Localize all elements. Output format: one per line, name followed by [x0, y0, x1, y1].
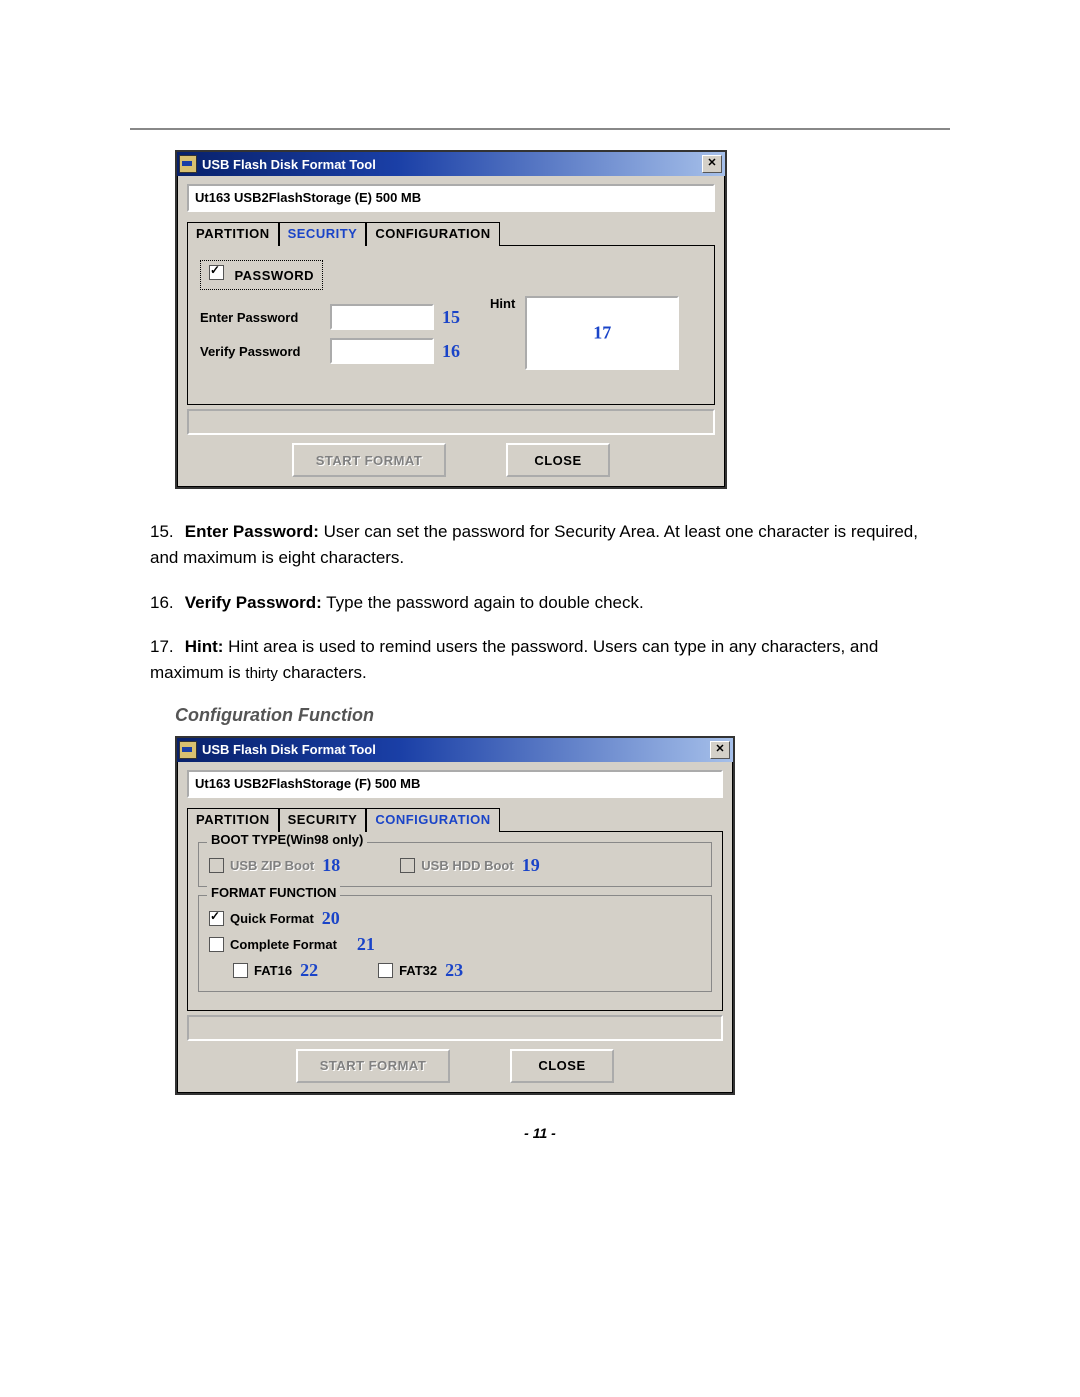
hint-textarea[interactable]: 17 — [525, 296, 679, 370]
tab-strip: PARTITION SECURITY CONFIGURATION — [187, 222, 715, 246]
usb-zip-label: USB ZIP Boot — [230, 858, 314, 873]
start-format-button[interactable]: START FORMAT — [296, 1049, 450, 1083]
device-dropdown[interactable]: Ut163 USB2FlashStorage (E) 500 MB — [187, 184, 715, 212]
item-text: Type the password again to double check. — [322, 593, 644, 612]
tab-partition[interactable]: PARTITION — [187, 222, 279, 246]
enter-password-input[interactable] — [330, 304, 434, 330]
fat32-label: FAT32 — [399, 963, 437, 978]
fat16-label: FAT16 — [254, 963, 292, 978]
description-list: 15. Enter Password: User can set the pas… — [130, 519, 950, 687]
tab-security[interactable]: SECURITY — [279, 222, 367, 246]
tab-pane-configuration: BOOT TYPE(Win98 only) USB ZIP Boot 18 US… — [187, 831, 723, 1011]
item-num: 17. — [150, 634, 180, 660]
callout-21: 21 — [357, 934, 375, 955]
dialog-security: USB Flash Disk Format Tool ✕ Ut163 USB2F… — [175, 150, 727, 489]
app-icon — [179, 155, 197, 173]
titlebar[interactable]: USB Flash Disk Format Tool ✕ — [177, 152, 725, 176]
device-dropdown[interactable]: Ut163 USB2FlashStorage (F) 500 MB — [187, 770, 723, 798]
usb-zip-checkbox — [209, 858, 224, 873]
callout-18: 18 — [322, 855, 340, 876]
window-title: USB Flash Disk Format Tool — [202, 157, 702, 172]
tab-configuration[interactable]: CONFIGURATION — [366, 222, 499, 246]
format-function-group: FORMAT FUNCTION Quick Format 20 Complete… — [198, 895, 712, 992]
hint-label: Hint — [490, 296, 515, 311]
page-rule — [130, 128, 950, 130]
password-checkbox[interactable] — [209, 265, 224, 280]
callout-15: 15 — [442, 307, 460, 328]
verify-password-label: Verify Password — [200, 344, 330, 359]
complete-format-checkbox[interactable] — [209, 937, 224, 952]
dialog-configuration: USB Flash Disk Format Tool ✕ Ut163 USB2F… — [175, 736, 735, 1095]
callout-16: 16 — [442, 341, 460, 362]
window-title: USB Flash Disk Format Tool — [202, 742, 710, 757]
callout-22: 22 — [300, 960, 318, 981]
boot-type-legend: BOOT TYPE(Win98 only) — [207, 832, 367, 847]
close-icon[interactable]: ✕ — [710, 741, 730, 759]
fat32-checkbox[interactable] — [378, 963, 393, 978]
tab-security[interactable]: SECURITY — [279, 808, 367, 832]
titlebar[interactable]: USB Flash Disk Format Tool ✕ — [177, 738, 733, 762]
callout-23: 23 — [445, 960, 463, 981]
item-bold: Enter Password: — [185, 522, 319, 541]
close-icon[interactable]: ✕ — [702, 155, 722, 173]
quick-format-checkbox[interactable] — [209, 911, 224, 926]
fat16-checkbox[interactable] — [233, 963, 248, 978]
status-bar — [187, 1015, 723, 1041]
close-button[interactable]: CLOSE — [506, 443, 610, 477]
item-text: characters. — [278, 663, 367, 682]
app-icon — [179, 741, 197, 759]
tab-pane-security: PASSWORD Enter Password 15 Verify Passwo… — [187, 245, 715, 405]
format-function-legend: FORMAT FUNCTION — [207, 885, 340, 900]
close-button[interactable]: CLOSE — [510, 1049, 614, 1083]
boot-type-group: BOOT TYPE(Win98 only) USB ZIP Boot 18 US… — [198, 842, 712, 887]
password-checkbox-label: PASSWORD — [234, 268, 314, 283]
verify-password-input[interactable] — [330, 338, 434, 364]
status-bar — [187, 409, 715, 435]
quick-format-label: Quick Format — [230, 911, 314, 926]
usb-hdd-label: USB HDD Boot — [421, 858, 513, 873]
item-num: 15. — [150, 519, 180, 545]
tab-strip: PARTITION SECURITY CONFIGURATION — [187, 808, 723, 832]
start-format-button[interactable]: START FORMAT — [292, 443, 446, 477]
page-number: - 11 - — [130, 1125, 950, 1141]
callout-19: 19 — [522, 855, 540, 876]
tab-configuration[interactable]: CONFIGURATION — [366, 808, 499, 832]
usb-hdd-checkbox — [400, 858, 415, 873]
tab-partition[interactable]: PARTITION — [187, 808, 279, 832]
section-heading: Configuration Function — [175, 705, 950, 726]
item-num: 16. — [150, 590, 180, 616]
item-text-small: thirty — [245, 665, 278, 682]
item-bold: Hint: — [185, 637, 224, 656]
callout-17: 17 — [593, 323, 611, 344]
callout-20: 20 — [322, 908, 340, 929]
enter-password-label: Enter Password — [200, 310, 330, 325]
complete-format-label: Complete Format — [230, 937, 337, 952]
item-bold: Verify Password: — [185, 593, 322, 612]
